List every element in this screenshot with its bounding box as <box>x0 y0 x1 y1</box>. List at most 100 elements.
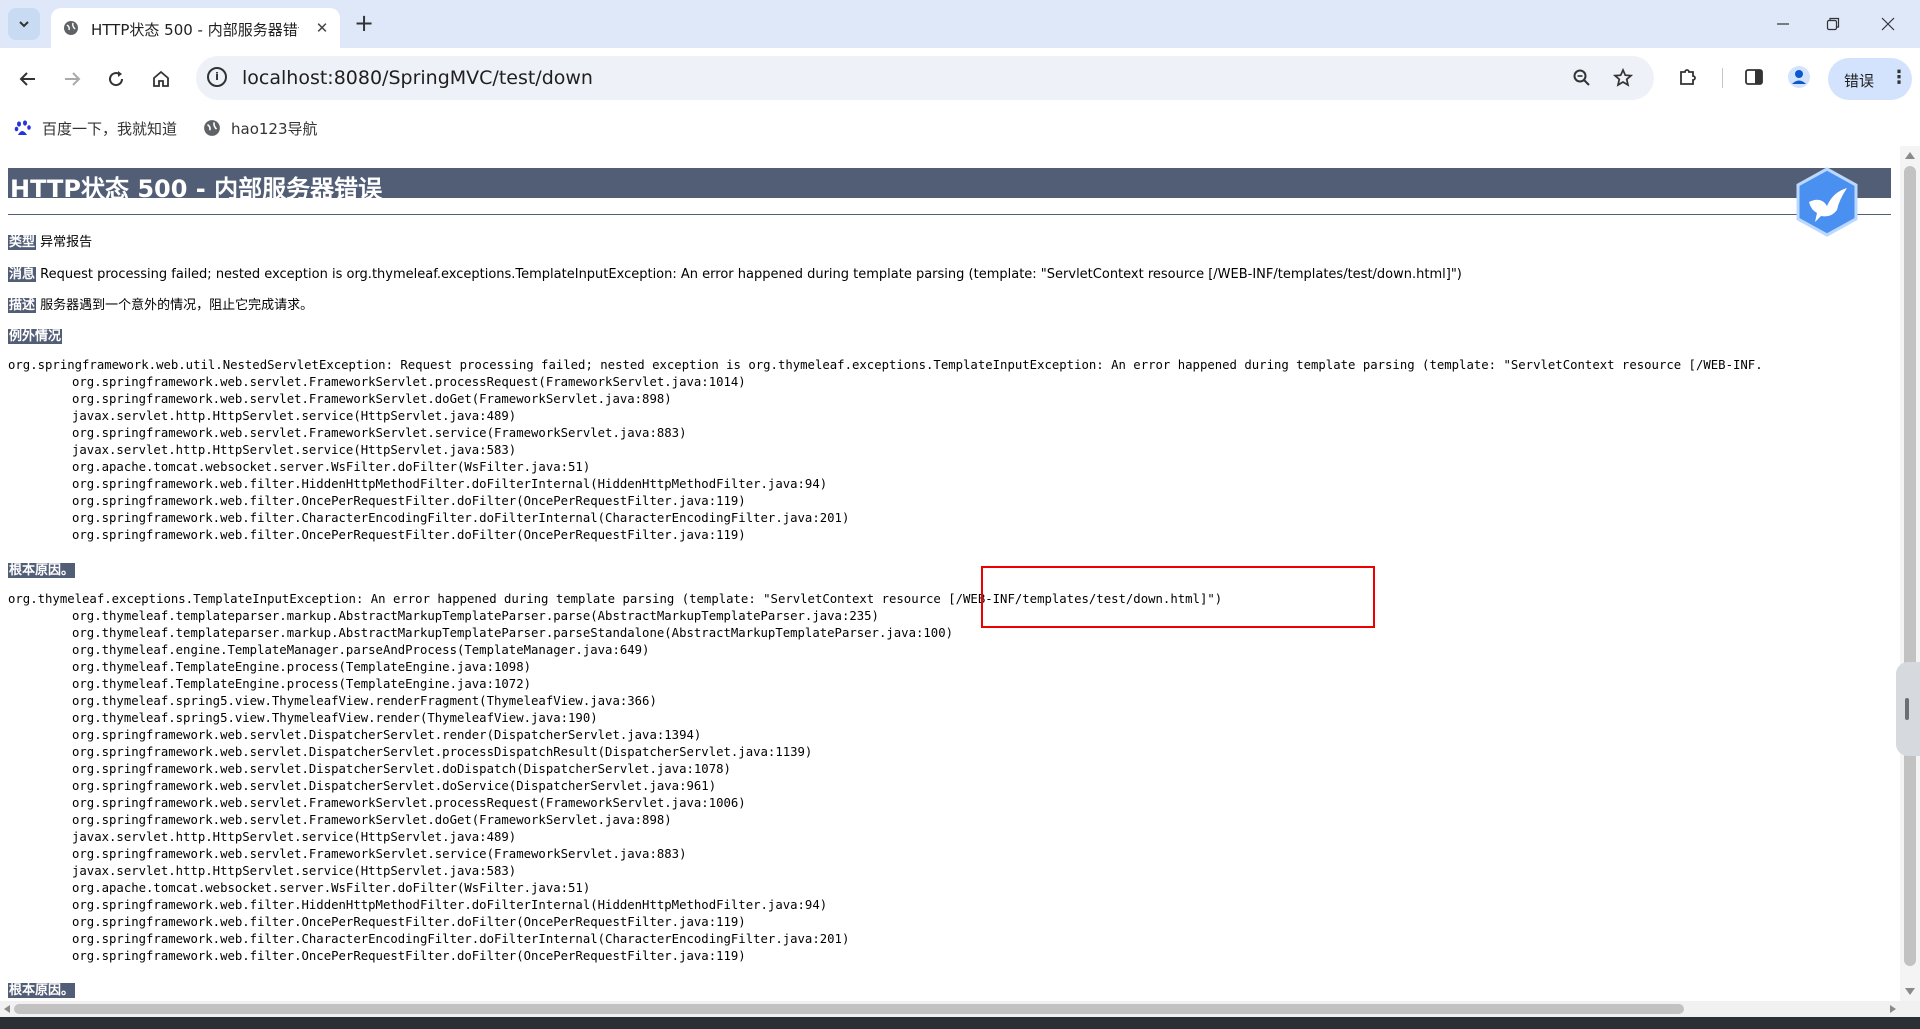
extensions-icon[interactable] <box>1674 63 1702 91</box>
side-drawer-handle[interactable] <box>1896 662 1920 756</box>
stack-frame-line: org.springframework.web.servlet.Dispatch… <box>72 779 717 793</box>
description-value: 服务器遇到一个意外的情况，阻止它完成请求。 <box>40 298 314 313</box>
minimize-button[interactable] <box>1761 8 1805 40</box>
vertical-scroll-thumb[interactable] <box>1904 166 1916 966</box>
stack-frame-line: org.springframework.web.servlet.Framewor… <box>72 426 687 440</box>
close-window-button[interactable] <box>1866 8 1910 40</box>
scroll-down-icon[interactable] <box>1905 988 1915 995</box>
stack-frame-line: org.springframework.web.filter.HiddenHtt… <box>72 477 828 491</box>
stack-frame-line: org.apache.tomcat.websocket.server.WsFil… <box>72 881 591 895</box>
stack-frame-line: org.springframework.web.servlet.Dispatch… <box>72 728 702 742</box>
root-cause-heading-row: 根本原因。 <box>8 559 76 578</box>
profile-error-button[interactable]: 错误 ⋮ <box>1828 58 1912 100</box>
bookmark-label: 百度一下，我就知道 <box>42 119 178 138</box>
globe-icon <box>204 120 220 136</box>
tab-title: HTTP状态 500 - 内部服务器错误 <box>91 21 299 39</box>
stack-frame-line: org.thymeleaf.TemplateEngine.process(Tem… <box>72 660 532 674</box>
arrow-left-icon <box>19 72 35 86</box>
zoom-icon[interactable] <box>1570 66 1594 90</box>
stack-frame-line: org.springframework.web.servlet.Framewor… <box>72 796 746 810</box>
root-cause-label: 根本原因。 <box>8 563 76 578</box>
bookmark-label: hao123导航 <box>231 119 318 138</box>
stack-frame-line: org.thymeleaf.spring5.view.ThymeleafView… <box>72 711 598 725</box>
stack-frame-line: org.springframework.web.filter.OncePerRe… <box>72 494 746 508</box>
new-tab-button[interactable]: + <box>350 10 378 38</box>
scroll-up-icon[interactable] <box>1905 152 1915 159</box>
stack-frame-line: org.springframework.web.servlet.Framewor… <box>72 375 746 389</box>
type-label: 类型 <box>8 235 37 250</box>
exception-heading-row: 例外情况 <box>8 325 63 344</box>
bird-logo-icon[interactable] <box>1791 166 1863 238</box>
stack-frame-line: org.springframework.web.filter.OncePerRe… <box>72 949 746 963</box>
type-value: 异常报告 <box>40 235 93 250</box>
stack-frame-line: javax.servlet.http.HttpServlet.service(H… <box>72 443 517 457</box>
globe-icon <box>64 21 78 35</box>
reload-button[interactable] <box>100 63 132 95</box>
home-button[interactable] <box>145 63 177 95</box>
browser-toolbar: i localhost:8080/SpringMVC/test/down <box>0 48 1920 110</box>
bookmarks-bar: 百度一下，我就知道 hao123导航 <box>0 110 1920 146</box>
horizontal-scrollbar[interactable] <box>0 1001 1900 1017</box>
stack-frame-line: org.thymeleaf.spring5.view.ThymeleafView… <box>72 694 657 708</box>
active-tab[interactable]: HTTP状态 500 - 内部服务器错误 ✕ <box>51 8 340 48</box>
kebab-menu-icon[interactable]: ⋮ <box>1890 67 1908 88</box>
root-cause-label: 根本原因。 <box>8 983 76 998</box>
minimize-icon <box>1777 23 1789 25</box>
address-bar[interactable]: i localhost:8080/SpringMVC/test/down <box>196 56 1654 100</box>
stack-frame-line: org.springframework.web.util.NestedServl… <box>8 358 1763 372</box>
root-cause-heading-row-2: 根本原因。 <box>8 979 76 998</box>
horizontal-scroll-thumb[interactable] <box>14 1004 1684 1014</box>
description-row: 描述 服务器遇到一个意外的情况，阻止它完成请求。 <box>8 294 313 313</box>
stack-frame-line: org.springframework.web.servlet.Framewor… <box>72 392 672 406</box>
site-info-icon[interactable]: i <box>207 67 227 87</box>
tab-search-button[interactable] <box>8 8 40 40</box>
scroll-right-icon[interactable] <box>1890 1005 1896 1013</box>
profile-avatar-icon[interactable] <box>1785 63 1813 91</box>
bookmark-star-icon[interactable] <box>1611 66 1635 90</box>
home-icon <box>153 70 169 87</box>
exception-stack-trace: org.springframework.web.util.NestedServl… <box>8 357 1763 544</box>
annotation-highlight-box <box>981 566 1375 628</box>
stack-frame-line: org.thymeleaf.TemplateEngine.process(Tem… <box>72 677 532 691</box>
stack-frame-line: javax.servlet.http.HttpServlet.service(H… <box>72 864 517 878</box>
bookmark-hao123[interactable]: hao123导航 <box>203 116 318 140</box>
restore-button[interactable] <box>1811 8 1855 40</box>
close-tab-icon[interactable]: ✕ <box>313 19 331 37</box>
error-heading-bar: HTTP状态 500 - 内部服务器错误 <box>8 168 1891 203</box>
root-cause-stack-trace: org.thymeleaf.exceptions.TemplateInputEx… <box>8 591 1222 965</box>
stack-frame-line: org.thymeleaf.engine.TemplateManager.par… <box>72 643 650 657</box>
stack-frame-line: javax.servlet.http.HttpServlet.service(H… <box>72 830 517 844</box>
back-button[interactable] <box>12 63 44 95</box>
vertical-scrollbar[interactable] <box>1900 146 1920 1001</box>
chevron-down-icon <box>19 21 29 28</box>
stack-frame-line: org.springframework.web.servlet.Framewor… <box>72 847 687 861</box>
stack-frame-line: org.apache.tomcat.websocket.server.WsFil… <box>72 460 591 474</box>
url-text[interactable]: localhost:8080/SpringMVC/test/down <box>242 67 593 89</box>
toolbar-divider <box>1722 68 1723 88</box>
profile-error-label: 错误 <box>1844 72 1875 90</box>
exception-label: 例外情况 <box>8 329 63 344</box>
bookmark-baidu[interactable]: 百度一下，我就知道 <box>14 116 177 140</box>
os-taskbar <box>0 1017 1920 1029</box>
stack-frame-line: org.springframework.web.servlet.Framewor… <box>72 813 672 827</box>
page-title: HTTP状态 500 - 内部服务器错误 <box>10 175 383 203</box>
divider <box>8 214 1891 215</box>
restore-icon <box>1826 17 1840 31</box>
close-icon <box>1881 17 1895 31</box>
description-label: 描述 <box>8 298 37 313</box>
forward-button[interactable] <box>56 63 88 95</box>
scroll-left-icon[interactable] <box>4 1005 10 1013</box>
message-label: 消息 <box>8 267 37 282</box>
stack-frame-line: org.springframework.web.filter.OncePerRe… <box>72 915 746 929</box>
baidu-paw-icon <box>14 120 31 135</box>
stack-frame-line: org.springframework.web.filter.OncePerRe… <box>72 528 746 542</box>
tab-strip: HTTP状态 500 - 内部服务器错误 ✕ + <box>0 0 1920 48</box>
arrow-right-icon <box>65 72 81 86</box>
stack-frame-line: org.springframework.web.filter.HiddenHtt… <box>72 898 828 912</box>
stack-frame-line: org.springframework.web.filter.Character… <box>72 511 850 525</box>
grip-icon <box>1905 698 1909 720</box>
side-panel-icon[interactable] <box>1740 63 1768 91</box>
stack-frame-line: javax.servlet.http.HttpServlet.service(H… <box>72 409 517 423</box>
stack-frame-line: org.springframework.web.servlet.Dispatch… <box>72 745 813 759</box>
message-value: Request processing failed; nested except… <box>40 267 1462 282</box>
